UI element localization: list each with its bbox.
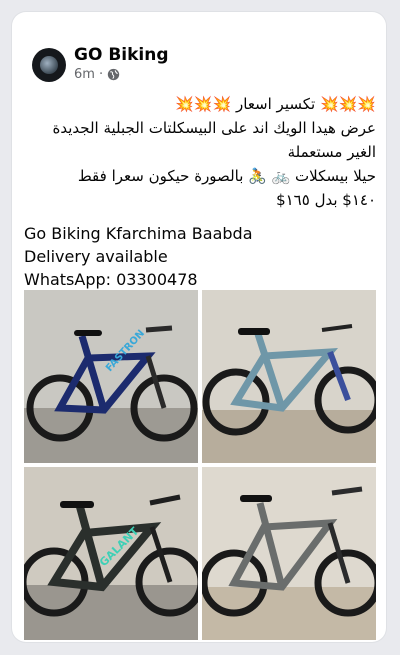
bike-photo-3[interactable]: GALANT bbox=[24, 467, 198, 640]
bicycle-image: FASTRON bbox=[24, 290, 198, 463]
moon-avatar-icon bbox=[40, 56, 58, 74]
post-line: ١٤٠$ بدل ١٦٥$ bbox=[276, 191, 376, 209]
post-line: 💥💥💥 تكسير اسعار 💥💥💥 bbox=[175, 95, 376, 113]
page-avatar[interactable] bbox=[32, 48, 66, 82]
bike-photo-1[interactable]: FASTRON bbox=[24, 290, 198, 463]
bike-photo-4[interactable] bbox=[202, 467, 376, 640]
post-line: عرض هيدا الويك اند على البيسكلتات الجبلي… bbox=[52, 119, 376, 161]
post-line: حيلا بيسكلات 🚲 🚴 بالصورة حيكون سعرا فقط bbox=[77, 167, 376, 185]
bicycle-image bbox=[202, 467, 376, 640]
photo-grid: FASTRON GALANT bbox=[24, 290, 376, 640]
post-line: Go Biking Kfarchima Baabda bbox=[24, 224, 253, 243]
post-line: WhatsApp: 03300478 bbox=[24, 270, 198, 289]
post-line: Delivery available bbox=[24, 247, 168, 266]
post-time[interactable]: 6m bbox=[74, 67, 95, 82]
post-text: 💥💥💥 تكسير اسعار 💥💥💥 عرض هيدا الويك اند ع… bbox=[24, 92, 376, 291]
post-meta: 6m · bbox=[74, 67, 120, 82]
bicycle-image: GALANT bbox=[24, 467, 198, 640]
meta-separator: · bbox=[98, 67, 104, 82]
page-name[interactable]: GO Biking bbox=[74, 45, 169, 65]
bicycle-image bbox=[202, 290, 376, 463]
bike-photo-2[interactable] bbox=[202, 290, 376, 463]
globe-icon bbox=[107, 68, 120, 81]
